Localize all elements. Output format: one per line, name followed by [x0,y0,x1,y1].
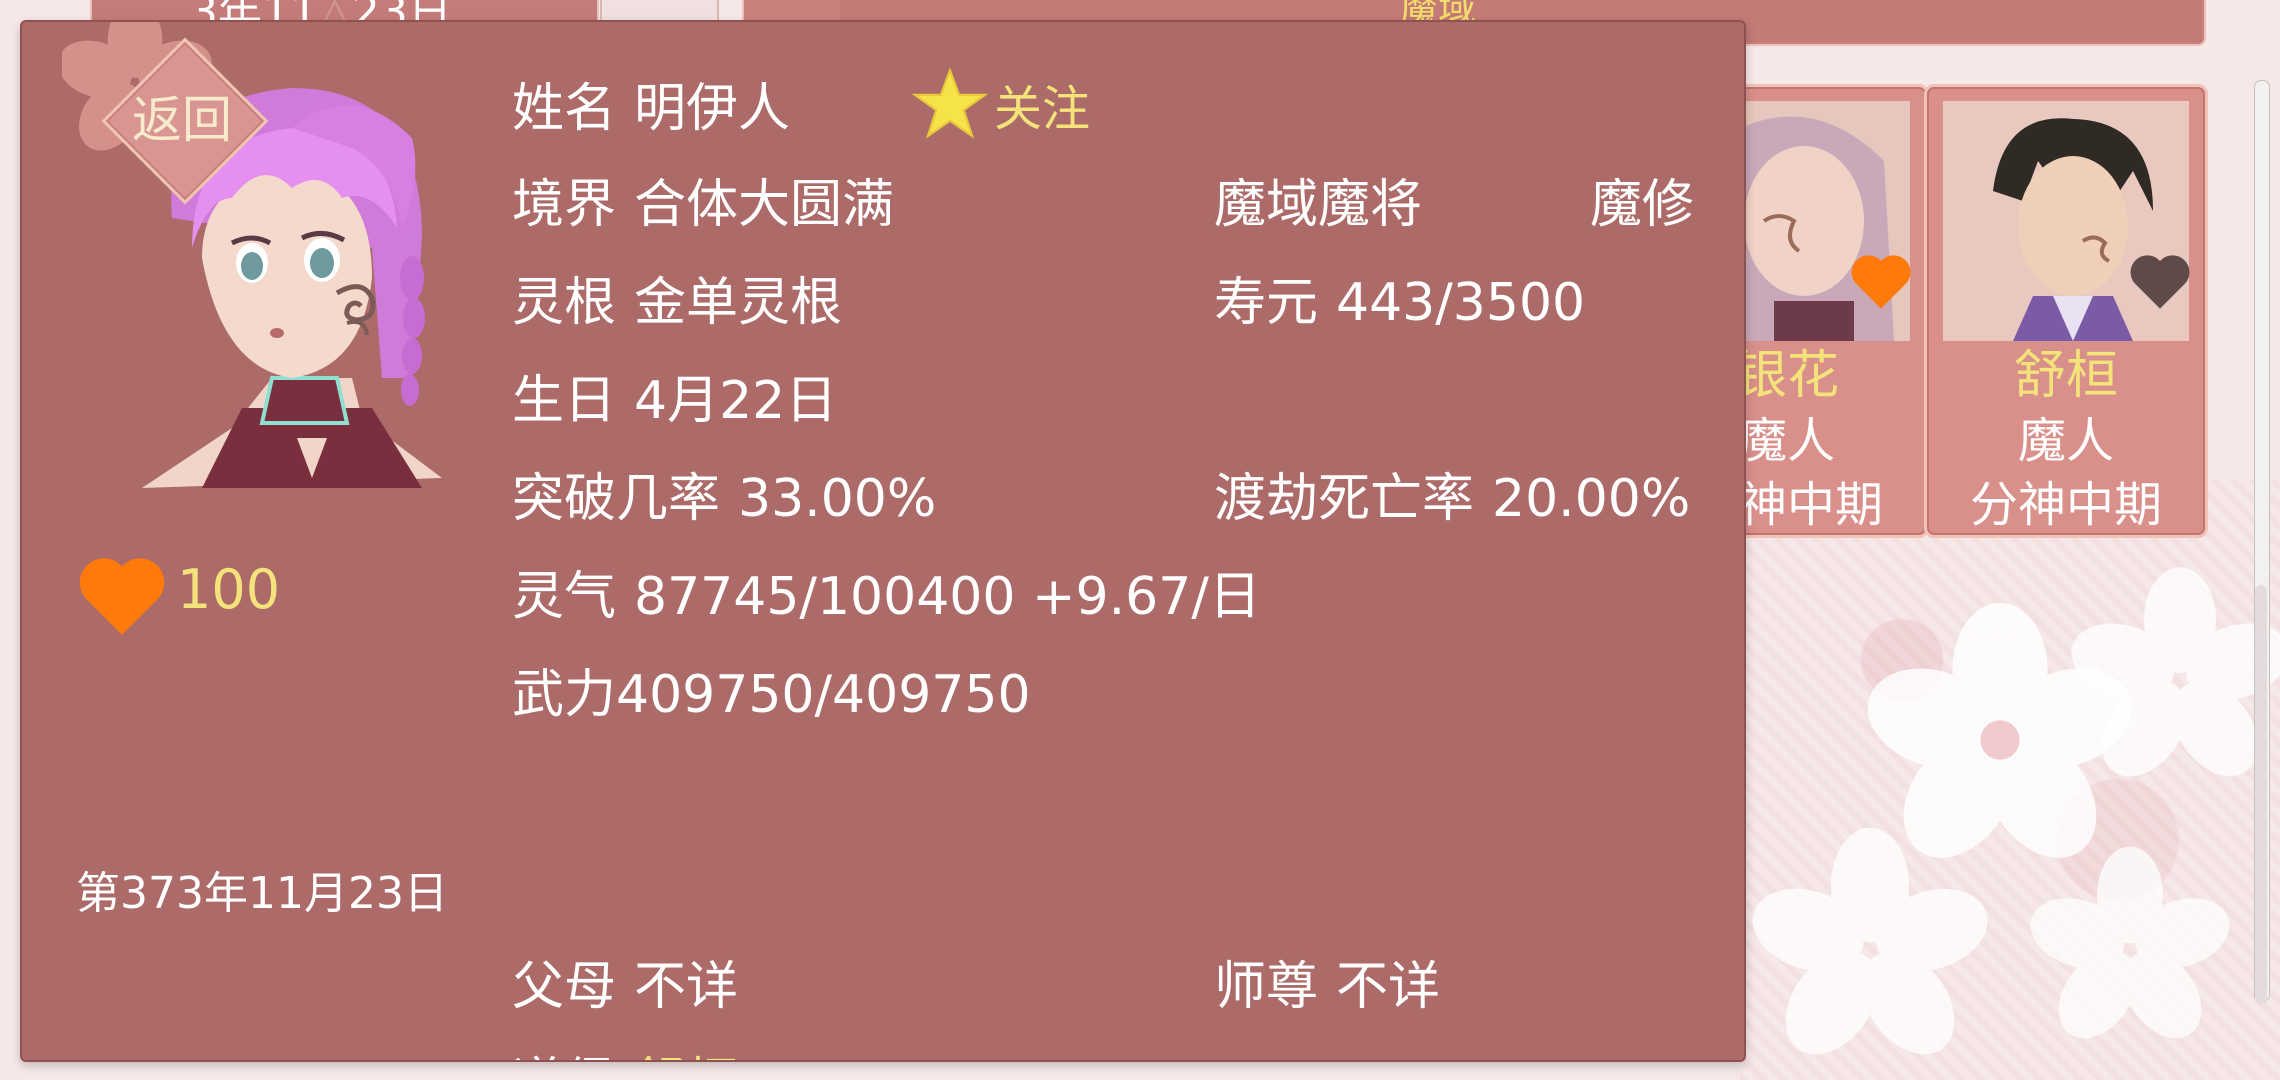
qi-row: 灵气 87745/100400 +9.67/日 [512,554,1261,629]
character-card-name: 舒桓 [2013,346,2118,406]
heart-icon [79,558,165,635]
breakthrough-value: 33.00% [738,469,937,529]
power-label: 武力 [512,665,617,725]
current-date: 第373年11月23日 [76,868,448,919]
spirit-root-value: 金单灵根 [634,273,843,333]
partner-label: 道侣 [512,1053,616,1060]
back-button[interactable]: 返回 [62,22,272,208]
name-label: 姓名 [512,79,617,139]
breakthrough-row: 突破几率 33.00% [512,456,936,531]
realm-row: 境界 合体大圆满 [512,162,894,237]
master-row: 师尊 不详 [1214,944,1440,1019]
birthday-value: 4月22日 [634,371,838,431]
star-icon [912,67,988,139]
parents-row: 父母 不详 [512,944,738,1019]
master-value: 不详 [1336,957,1441,1017]
heart-icon [2130,255,2190,309]
favor-value: 100 [177,558,281,621]
spirit-root-label: 灵根 [512,273,617,333]
follow-label: 关注 [994,81,1091,137]
name-row: 姓名 明伊人 [512,66,790,141]
realm-label: 境界 [512,175,617,235]
sakura-blossom-icon [2030,846,2230,1039]
power-value: 409750/409750 [616,665,1031,725]
parents-value: 不详 [634,957,739,1017]
character-card-shuhuan[interactable]: 舒桓 魔人 分神中期 [1924,84,2208,538]
name-value: 明伊人 [634,79,791,139]
qi-label: 灵气 [512,567,617,627]
parents-label: 父母 [512,957,617,1017]
character-card-realm: 分神中期 [1969,477,2162,533]
lifespan-label: 寿元 [1214,273,1319,333]
lifespan-value: 443/3500 [1336,273,1586,333]
character-info-panel: 返回 100 第373年11月23日 姓名 明伊人 关注 境界 合体大圆满 魔域魔将… [20,20,1746,1062]
sakura-blossom-icon [2071,567,2280,777]
game-screen: 3年11△23日 魔域 银花 魔人 分神中期 舒桓 魔人 分神中期 返回 100… [0,0,2280,1080]
heart-icon [1851,255,1911,309]
breakthrough-label: 突破几率 [512,469,721,529]
back-button-label: 返回 [132,91,232,149]
path-value: 魔修 [1590,175,1695,235]
lifespan-row: 寿元 443/3500 [1214,260,1585,335]
birthday-row: 生日 4月22日 [512,358,837,433]
qi-value: 87745/100400 +9.67/日 [634,567,1261,627]
partner-value[interactable]: 舒桓 [634,1053,738,1060]
birthday-label: 生日 [512,371,617,431]
power-row: 武力409750/409750 [512,652,1031,727]
faction-value: 魔域魔将 [1214,175,1423,235]
tribulation-value: 20.00% [1492,469,1691,529]
scrollbar-thumb[interactable] [2255,585,2267,1005]
tribulation-label: 渡劫死亡率 [1214,469,1475,529]
sakura-blossom-icon [1752,827,1988,1055]
master-label: 师尊 [1214,957,1319,1017]
spirit-root-row: 灵根 金单灵根 [512,260,842,335]
partner-row: 道侣 舒桓 [512,1040,738,1060]
follow-button[interactable]: 关注 [912,64,1090,144]
character-card-race: 魔人 [2017,413,2114,469]
tribulation-row: 渡劫死亡率 20.00% [1214,456,1690,531]
realm-value: 合体大圆满 [634,175,895,235]
